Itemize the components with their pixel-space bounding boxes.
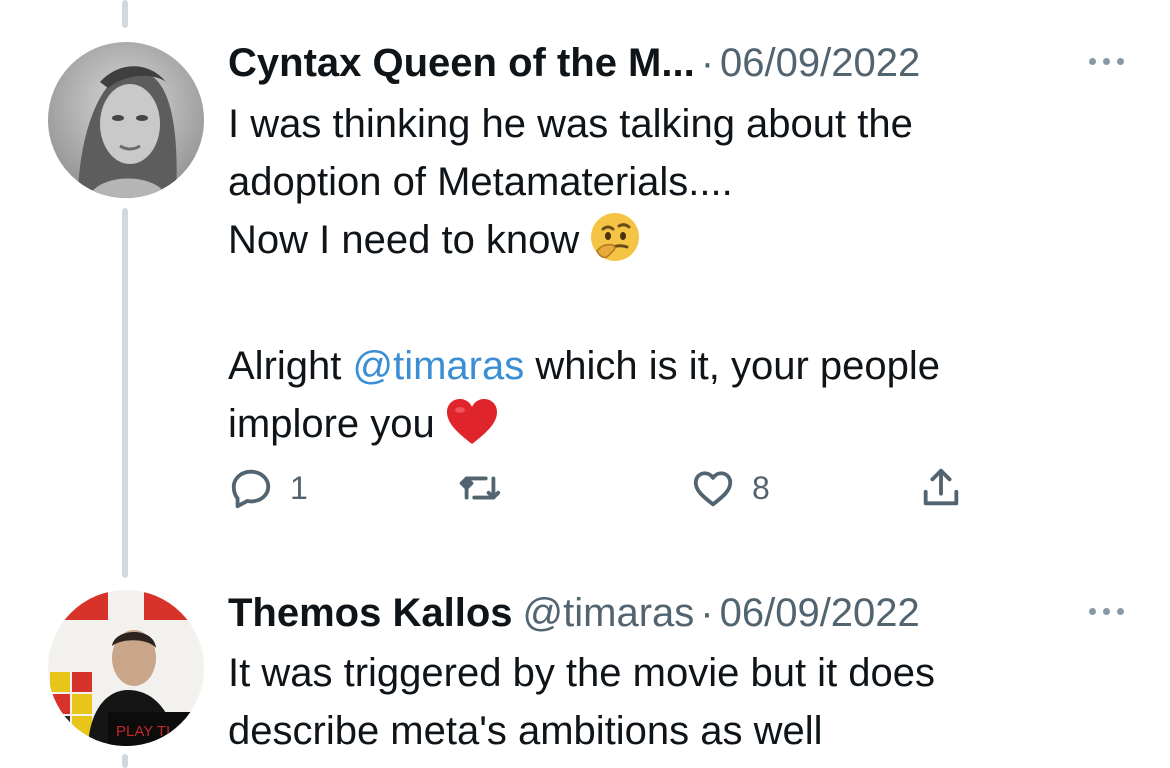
tweet-1-header: Cyntax Queen of the M... · 06/09/2022 [228,38,920,88]
thread-line-bottom [122,754,128,768]
author-name[interactable]: Cyntax Queen of the M... [228,38,695,88]
tweet-date[interactable]: 06/09/2022 [720,588,920,638]
tweet-1-text: I was thinking he was talking about the … [228,95,940,463]
retweet-icon [456,465,504,511]
tweet-line-text: implore you [228,402,435,446]
tweet-line: Now I need to know [228,211,940,279]
text-before-mention: Alright [228,344,353,388]
more-icon[interactable] [1089,608,1124,615]
avatar-caption: PLAY TI [116,723,170,740]
share-button[interactable] [918,462,964,514]
reply-button[interactable]: 1 [228,462,308,514]
retweet-button[interactable] [456,462,520,514]
text-after-mention: which is it, your people [524,344,941,388]
red-heart-emoji [445,397,499,463]
tweet-2-header: Themos Kallos @timaras · 06/09/2022 [228,588,920,638]
tweet-line: describe meta's ambitions as well [228,709,823,753]
tweet-line: It was triggered by the movie but it doe… [228,651,936,695]
avatar-themos[interactable]: PLAY TI [48,590,204,746]
tweet-line: I was thinking he was talking about the [228,102,913,146]
separator-dot: · [700,41,715,85]
avatar-cyntax[interactable] [48,42,204,198]
separator-dot: · [700,591,714,635]
like-icon [690,465,736,511]
like-button[interactable]: 8 [690,462,770,514]
author-handle[interactable]: @timaras [523,588,695,638]
reply-count: 1 [290,469,308,506]
mention-link[interactable]: @timaras [353,344,525,388]
share-icon [918,465,964,511]
more-icon[interactable] [1089,58,1124,65]
thinking-face-emoji [589,211,641,279]
tweet-2-text: It was triggered by the movie but it doe… [228,644,935,760]
tweet-line: Alright @timaras which is it, your peopl… [228,337,940,395]
thread-line-top [122,0,128,28]
tweet-line: adoption of Metamaterials.... [228,160,733,204]
author-name[interactable]: Themos Kallos [228,588,513,638]
tweet-date[interactable]: 06/09/2022 [720,38,920,88]
tweet-line: implore you [228,395,940,463]
like-count: 8 [752,469,770,506]
reply-icon [228,465,274,511]
tweet-line-text: Now I need to know [228,218,580,262]
thread-line-connector [122,208,128,578]
tweet-1-actions: 1 8 [228,462,988,514]
